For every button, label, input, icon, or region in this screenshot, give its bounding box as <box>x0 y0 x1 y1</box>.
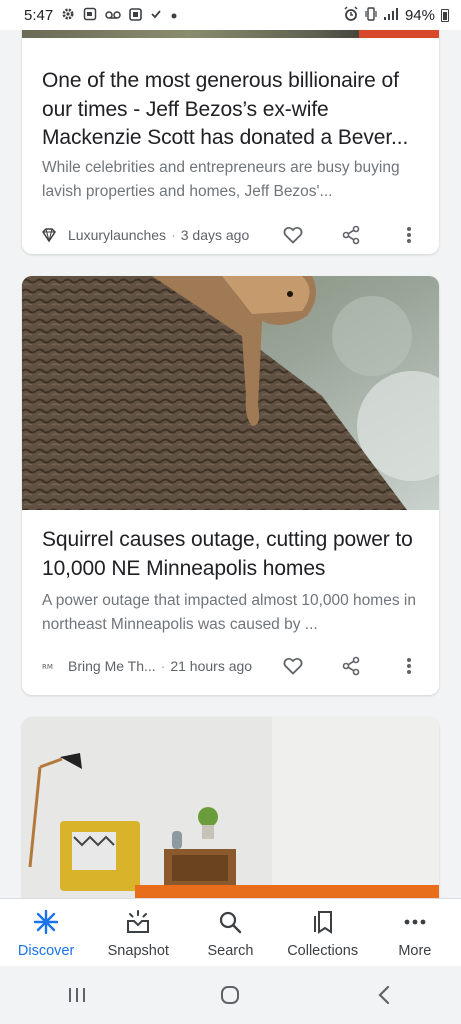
source-logo-icon <box>40 226 58 244</box>
system-navigation-bar <box>0 966 461 1024</box>
status-bar: 5:47 94% <box>0 0 461 30</box>
source-name[interactable]: Luxurylaunches <box>68 227 166 243</box>
signal-icon <box>383 7 399 23</box>
article-snippet: A power outage that impacted almost 10,0… <box>42 592 416 633</box>
article-time: 3 days ago <box>180 227 250 243</box>
article-card[interactable]: One of the most generous billionaire of … <box>22 30 439 254</box>
bottom-navigation: Discover Snapshot Search Collections Mor… <box>0 898 461 966</box>
vibrate-icon <box>365 6 377 24</box>
nav-label: Search <box>207 943 254 959</box>
gear-icon <box>61 7 75 23</box>
collections-icon <box>310 909 336 935</box>
snapshot-icon <box>125 909 151 935</box>
article-image[interactable] <box>22 717 439 898</box>
recents-button[interactable] <box>57 975 97 1015</box>
article-meta: Luxurylaunches · 3 days ago <box>40 223 419 247</box>
article-headline[interactable]: Squirrel causes outage, cutting power to… <box>42 526 421 583</box>
back-icon <box>378 985 390 1005</box>
nav-label: Snapshot <box>107 943 169 959</box>
screenshot-icon <box>83 7 97 23</box>
article-meta: RM Bring Me Th... · 21 hours ago <box>40 654 419 678</box>
meta-separator: · <box>160 658 166 674</box>
heart-icon[interactable] <box>283 225 303 245</box>
nav-label: Discover <box>17 943 75 959</box>
nav-collections[interactable]: Collections <box>280 909 366 959</box>
article-card[interactable] <box>22 717 439 898</box>
article-card[interactable]: Squirrel causes outage, cutting power to… <box>22 276 439 695</box>
asterisk-icon <box>33 909 59 935</box>
meta-separator: · <box>171 227 176 243</box>
heart-icon[interactable] <box>283 656 303 676</box>
dot-icon <box>170 9 178 22</box>
home-icon <box>221 986 240 1004</box>
more-horiz-icon <box>402 909 428 935</box>
nav-label: Collections <box>287 943 359 959</box>
nav-label: More <box>398 943 432 959</box>
check-icon <box>150 8 162 22</box>
more-vert-icon[interactable] <box>399 656 419 676</box>
nav-more[interactable]: More <box>372 909 458 959</box>
article-image[interactable] <box>22 276 439 510</box>
source-logo-icon: RM <box>40 657 58 675</box>
nav-snapshot[interactable]: Snapshot <box>95 909 181 959</box>
source-name[interactable]: Bring Me Th... <box>68 658 156 674</box>
nav-discover[interactable]: Discover <box>3 909 89 959</box>
search-icon <box>217 909 243 935</box>
recents-icon <box>68 988 85 1002</box>
square-icon <box>129 7 143 23</box>
clock: 5:47 <box>24 6 54 24</box>
discover-feed[interactable]: One of the most generous billionaire of … <box>0 30 461 898</box>
article-headline[interactable]: One of the most generous billionaire of … <box>42 67 421 153</box>
article-image[interactable] <box>22 30 439 38</box>
voicemail-icon <box>105 9 121 22</box>
article-snippet: While celebrities and entrepreneurs are … <box>42 159 400 200</box>
home-button[interactable] <box>210 975 250 1015</box>
alarm-icon <box>343 6 359 24</box>
svg-text:RM: RM <box>42 663 53 671</box>
article-time: 21 hours ago <box>170 658 253 674</box>
back-button[interactable] <box>364 975 404 1015</box>
nav-search[interactable]: Search <box>187 909 273 959</box>
battery-icon <box>441 8 449 22</box>
battery-percent: 94% <box>404 6 435 24</box>
more-vert-icon[interactable] <box>399 225 419 245</box>
share-icon[interactable] <box>341 656 361 676</box>
share-icon[interactable] <box>341 225 361 245</box>
